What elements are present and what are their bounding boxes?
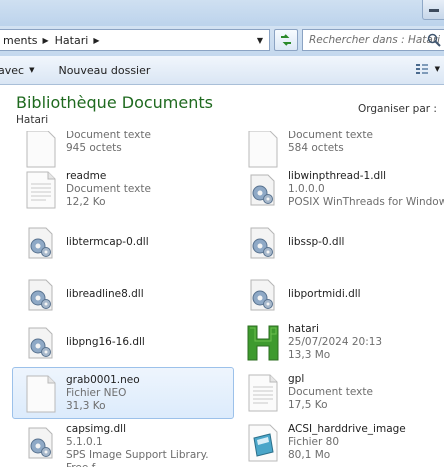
search-input[interactable]: Rechercher dans : Hatari [302,29,444,51]
file-size: 17,5 Ko [288,399,328,411]
breadcrumb-segment-hatari[interactable]: Hatari [55,34,89,47]
text-document-icon [26,171,56,209]
open-with-button[interactable]: avec ▼ [0,64,34,77]
file-item[interactable]: libportmidi.dll [238,269,444,321]
file-name: gpl [288,373,305,385]
file-size: 12,2 Ko [66,196,106,208]
file-name: libportmidi.dll [288,288,361,300]
library-subtitle: Hatari [16,114,49,126]
dll-gear-icon [250,279,275,311]
file-description: POSIX WinThreads for Windows [288,196,444,208]
file-item[interactable]: libpng16-16.dll [16,317,234,369]
open-with-label: avec [0,63,25,77]
library-header: Bibliothèque Documents Hatari Organiser … [0,85,444,131]
file-name: libpng16-16.dll [66,336,145,348]
text-document-icon [26,131,56,168]
file-item[interactable]: capsimg.dll 5.1.0.1 SPS Image Support Libr… [16,417,234,467]
text-document-icon [248,131,278,168]
file-type: Document texte [288,131,373,141]
breadcrumb[interactable]: ments ▶ Hatari ▶ ▼ [0,29,270,51]
file-list[interactable]: Document texte 945 octets Document texte 5… [0,131,444,467]
dll-gear-icon [28,227,53,259]
arrange-by-label: Organiser par : [358,103,437,115]
file-name: capsimg.dll [66,423,126,435]
file-description: SPS Image Support Library. Free f... [66,449,209,467]
file-name: readme [66,170,107,182]
file-item[interactable]: libtermcap-0.dll [16,217,234,269]
file-name: grab0001.neo [66,374,140,386]
dll-gear-icon [250,227,275,259]
file-type: Document texte [288,386,373,398]
file-name: ACSI_harddrive_image [288,423,406,435]
hatari-app-icon [247,325,279,361]
file-name: libwinpthread-1.dll [288,170,387,182]
file-item[interactable]: ACSI_harddrive_image Fichier 80 80,1 Mo [238,417,444,467]
file-item[interactable]: libreadline8.dll [16,269,234,321]
dll-gear-icon [250,174,275,206]
blank-file-icon [26,375,56,413]
file-name: hatari [288,323,319,335]
change-view-button[interactable]: ▼ [415,63,440,75]
dll-gear-icon [28,327,53,359]
file-version: 1.0.0.0 [288,183,325,195]
file-date: 25/07/2024 20:13 [288,336,383,348]
file-name: libtermcap-0.dll [66,236,149,248]
address-dropdown-icon[interactable]: ▼ [257,36,263,45]
breadcrumb-separator-icon[interactable]: ▶ [43,36,49,45]
breadcrumb-segment-documents[interactable]: ments [3,34,38,47]
view-options-icon [415,64,428,74]
file-item[interactable]: libssp-0.dll [238,217,444,269]
chevron-down-icon: ▼ [29,66,35,74]
file-size: 13,3 Mo [288,349,331,361]
file-item[interactable]: libwinpthread-1.dll 1.0.0.0 POSIX WinThrea… [238,164,444,216]
breadcrumb-separator-icon[interactable]: ▶ [93,36,99,45]
search-placeholder: Rechercher dans : Hatari [309,34,441,46]
text-document-icon [248,374,278,412]
file-size: 945 octets [66,142,122,154]
file-item[interactable]: hatari 25/07/2024 20:13 13,3 Mo [238,317,444,369]
file-item[interactable]: readme Document texte 12,2 Ko [16,164,234,216]
file-version: 5.1.0.1 [66,436,103,448]
minimize-button[interactable] [422,0,444,20]
dll-gear-icon [28,427,53,459]
file-item[interactable]: gpl Document texte 17,5 Ko [238,367,444,419]
file-type: Document texte [66,183,151,195]
file-name: libreadline8.dll [66,288,144,300]
refresh-button[interactable] [274,29,298,51]
file-item-selected[interactable]: grab0001.neo Fichier NEO 31,3 Ko [12,367,234,419]
command-toolbar: avec ▼ Nouveau dossier ▼ [0,56,444,85]
dll-gear-icon [28,279,53,311]
disk-image-icon [248,424,278,462]
minimize-icon [429,9,439,12]
chevron-down-icon: ▼ [434,65,440,73]
file-size: 31,3 Ko [66,400,106,412]
window-title-bar [0,0,444,26]
search-icon[interactable] [427,33,441,47]
address-bar-row: ments ▶ Hatari ▶ ▼ Rechercher dans : Hat… [0,26,444,56]
file-type: Fichier NEO [66,387,127,399]
refresh-icon [281,34,291,46]
file-size: 584 octets [288,142,344,154]
file-type: Fichier 80 [288,436,340,448]
arrange-by[interactable]: Organiser par : D [358,103,444,115]
file-type: Document texte [66,131,151,141]
new-folder-button[interactable]: Nouveau dossier [58,64,150,77]
file-name: libssp-0.dll [288,236,345,248]
library-title: Bibliothèque Documents [16,93,213,112]
file-size: 80,1 Mo [288,449,331,461]
